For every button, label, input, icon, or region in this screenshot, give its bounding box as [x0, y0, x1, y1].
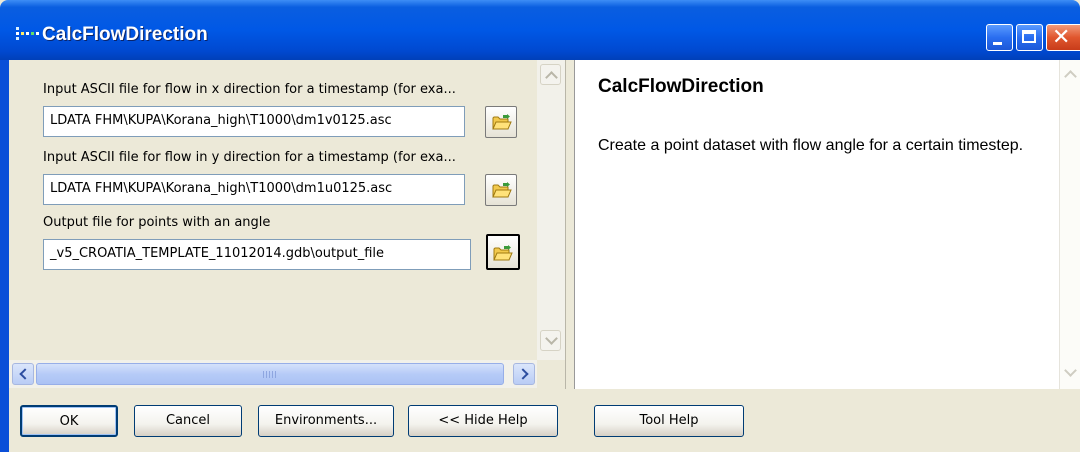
- help-vertical-scrollbar[interactable]: [1059, 60, 1080, 389]
- chevron-down-icon: [545, 332, 558, 345]
- scroll-up-button[interactable]: [540, 64, 561, 85]
- chevron-left-icon: [19, 368, 31, 380]
- ok-button[interactable]: OK: [20, 405, 118, 437]
- close-button[interactable]: ✕: [1046, 24, 1080, 51]
- chevron-down-icon[interactable]: [1064, 364, 1077, 377]
- scroll-left-button[interactable]: [12, 363, 34, 385]
- parameters-horizontal-scrollbar[interactable]: [9, 360, 537, 388]
- help-pane: CalcFlowDirection Create a point dataset…: [574, 60, 1059, 389]
- dialog-button-bar: OK Cancel Environments... << Hide Help T…: [9, 389, 1080, 452]
- chevron-up-icon: [545, 71, 558, 84]
- cancel-button[interactable]: Cancel: [134, 405, 242, 437]
- minimize-icon: [993, 42, 1002, 45]
- scroll-right-button[interactable]: [513, 363, 535, 385]
- flow-x-file-input[interactable]: LDATA FHM\KUPA\Korana_high\T1000\dm1v012…: [43, 106, 465, 137]
- open-folder-icon: [492, 114, 512, 130]
- maximize-button[interactable]: [1016, 24, 1043, 51]
- pane-splitter[interactable]: [565, 60, 574, 389]
- flow-y-file-input[interactable]: LDATA FHM\KUPA\Korana_high\T1000\dm1u012…: [43, 174, 465, 205]
- param-label-flow-y: Input ASCII file for flow in y direction…: [43, 150, 456, 165]
- output-file-input[interactable]: _v5_CROATIA_TEMPLATE_11012014.gdb\output…: [43, 239, 471, 270]
- help-description: Create a point dataset with flow angle f…: [598, 137, 1024, 154]
- hide-help-button[interactable]: << Hide Help: [408, 405, 558, 437]
- geoprocessing-tool-icon: [16, 27, 39, 40]
- browse-output-button[interactable]: [486, 234, 520, 270]
- param-label-output: Output file for points with an angle: [43, 215, 271, 230]
- scroll-grip-icon: [263, 371, 277, 378]
- scrollbar-corner: [537, 360, 565, 388]
- open-folder-icon: [492, 182, 512, 198]
- open-folder-icon: [493, 245, 513, 261]
- tool-dialog-window: CalcFlowDirection ✕ Input ASCII file for…: [0, 0, 1080, 452]
- environments-button[interactable]: Environments...: [258, 405, 394, 437]
- help-title: CalcFlowDirection: [598, 76, 764, 97]
- window-title: CalcFlowDirection: [42, 24, 208, 45]
- title-bar[interactable]: CalcFlowDirection ✕: [0, 0, 1080, 60]
- tool-help-button[interactable]: Tool Help: [594, 405, 744, 437]
- browse-flow-x-button[interactable]: [485, 106, 517, 138]
- chevron-right-icon: [517, 368, 529, 380]
- close-icon: ✕: [1052, 25, 1071, 50]
- chevron-up-icon[interactable]: [1064, 70, 1077, 83]
- browse-flow-y-button[interactable]: [485, 174, 517, 206]
- horizontal-scroll-thumb[interactable]: [36, 363, 504, 385]
- scroll-down-button[interactable]: [540, 330, 561, 351]
- maximize-icon: [1022, 30, 1036, 43]
- parameters-vertical-scrollbar[interactable]: [537, 60, 565, 360]
- minimize-button[interactable]: [986, 24, 1013, 51]
- parameters-pane: Input ASCII file for flow in x direction…: [9, 60, 565, 389]
- window-left-border: [0, 60, 9, 452]
- param-label-flow-x: Input ASCII file for flow in x direction…: [43, 82, 456, 97]
